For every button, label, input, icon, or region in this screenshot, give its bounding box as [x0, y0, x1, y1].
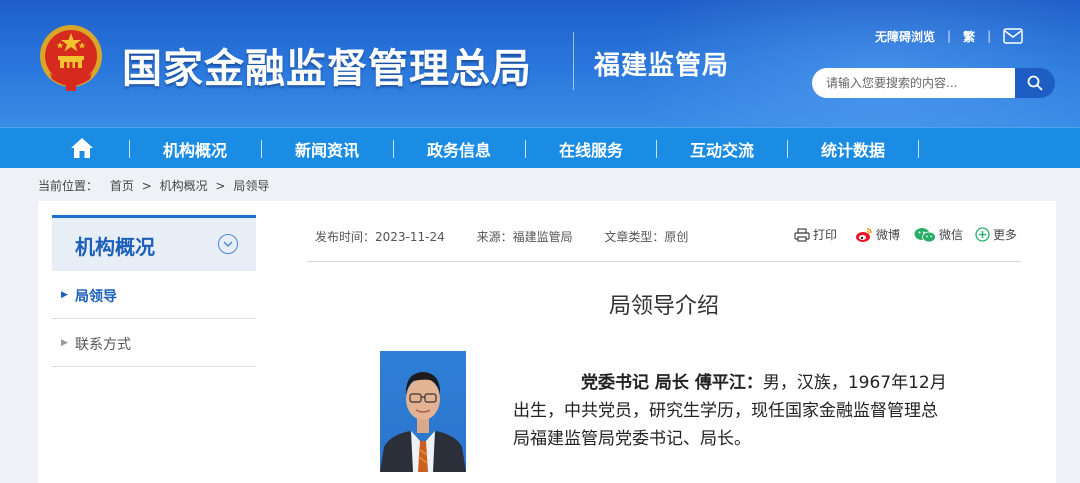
breadcrumb-prefix: 当前位置：: [38, 179, 99, 193]
share-wechat-button[interactable]: 微信: [914, 226, 963, 243]
caret-right-icon: ▶: [61, 290, 68, 300]
weibo-icon: [856, 227, 872, 242]
plus-circle-icon: [975, 227, 990, 242]
article-type: 文章类型：原创: [604, 230, 689, 244]
search-box: [812, 68, 1055, 98]
nav-item-interaction[interactable]: 互动交流: [656, 128, 788, 169]
sidebar-item-contact[interactable]: ▶ 联系方式: [52, 319, 256, 367]
content-panel: 机构概况 ▶ 局领导 ▶ 联系方式 发布时间：2023-11-24 来源：福建监…: [38, 201, 1056, 483]
breadcrumb: 当前位置： 首页 > 机构概况 > 局领导: [38, 177, 273, 194]
meta-divider: [307, 261, 1021, 262]
link-separator: |: [947, 29, 952, 43]
link-separator: |: [987, 29, 992, 43]
breadcrumb-separator: >: [141, 179, 152, 193]
breadcrumb-leaders[interactable]: 局领导: [233, 179, 269, 193]
breadcrumb-home[interactable]: 首页: [110, 179, 134, 193]
article-meta: 发布时间：2023-11-24 来源：福建监管局 文章类型：原创: [315, 228, 716, 245]
mail-icon[interactable]: [1003, 28, 1023, 44]
site-header: 国家金融监督管理总局 福建监管局 无障碍浏览 | 繁 |: [0, 0, 1080, 127]
caret-right-icon: ▶: [61, 338, 68, 348]
wechat-icon: [914, 227, 936, 242]
nav-item-government-info[interactable]: 政务信息: [393, 128, 525, 169]
sidebar-item-leaders[interactable]: ▶ 局领导: [52, 271, 256, 319]
sidebar-toggle-button[interactable]: [218, 234, 238, 254]
nav-item-online-services[interactable]: 在线服务: [525, 128, 657, 169]
title-divider: [573, 32, 574, 90]
main-nav: 机构概况 新闻资讯 政务信息 在线服务 互动交流 统计数据: [0, 127, 1080, 168]
search-icon: [1027, 75, 1043, 91]
share-more-button[interactable]: 更多: [975, 226, 1017, 243]
article-source: 来源：福建监管局: [476, 230, 573, 244]
nav-item-news[interactable]: 新闻资讯: [261, 128, 393, 169]
breadcrumb-separator: >: [215, 179, 226, 193]
home-icon: [71, 138, 93, 158]
leader-bio: 党委书记 局长 傅平江：男，汉族，1967年12月出生，中共党员，研究生学历，现…: [513, 369, 948, 453]
nav-home-button[interactable]: [66, 135, 98, 161]
breadcrumb-organization[interactable]: 机构概况: [160, 179, 208, 193]
nav-item-statistics[interactable]: 统计数据: [787, 128, 919, 169]
printer-icon: [794, 227, 810, 242]
share-bar: 打印 微博 微信 更多: [794, 226, 1025, 243]
article-title: 局领导介绍: [608, 294, 719, 319]
sidebar-header: 机构概况: [52, 215, 256, 271]
leader-name-title: 党委书记 局长 傅平江：: [581, 373, 763, 393]
more-label: 更多: [993, 228, 1018, 242]
site-title[interactable]: 国家金融监督管理总局: [122, 36, 532, 94]
share-weibo-button[interactable]: 微博: [855, 226, 900, 243]
leader-portrait: [380, 351, 466, 472]
wechat-label: 微信: [939, 228, 964, 242]
nav-item-organization[interactable]: 机构概况: [129, 128, 261, 169]
accessible-browse-link[interactable]: 无障碍浏览: [875, 28, 935, 45]
traditional-chinese-link[interactable]: 繁: [963, 28, 975, 45]
print-button[interactable]: 打印: [794, 226, 837, 243]
print-label: 打印: [813, 228, 838, 242]
weibo-label: 微博: [876, 228, 901, 242]
sidebar-item-label: 局领导: [75, 289, 117, 305]
publish-date: 发布时间：2023-11-24: [315, 230, 445, 244]
search-button[interactable]: [1015, 68, 1055, 98]
bureau-subtitle[interactable]: 福建监管局: [594, 45, 729, 82]
search-input[interactable]: [812, 68, 1015, 98]
leader-photo-image: [380, 372, 466, 472]
top-links: 无障碍浏览 | 繁 |: [875, 28, 1023, 44]
nav-separator: [918, 140, 919, 158]
sidebar-item-label: 联系方式: [75, 337, 131, 353]
chevron-down-icon: [223, 241, 233, 248]
national-emblem-icon: [40, 25, 102, 91]
sidebar-title: 机构概况: [75, 235, 155, 259]
